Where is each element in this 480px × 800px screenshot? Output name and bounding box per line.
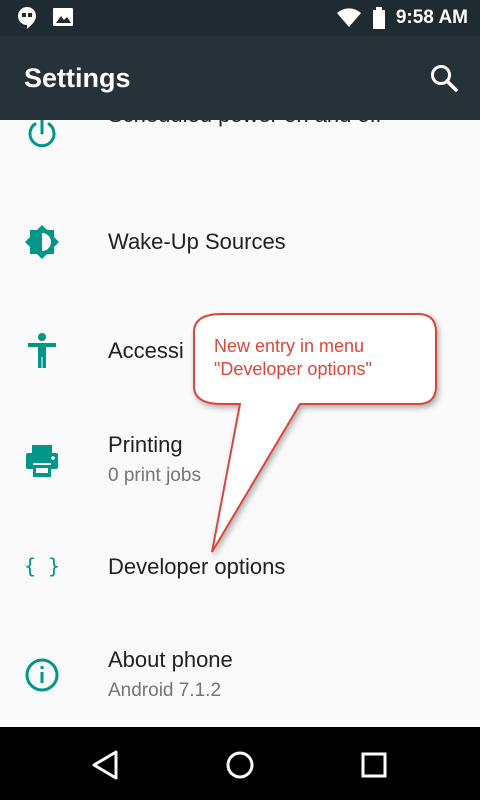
brightness-icon [25,225,59,259]
status-time: 9:58 AM [395,7,468,28]
settings-item-wake-up-sources[interactable]: Wake-Up Sources [0,200,480,290]
settings-item-summary: 0 print jobs [108,465,201,486]
settings-item-title: Accessi [108,338,184,363]
settings-item-title: Wake-Up Sources [108,229,286,254]
annotation-line-2: "Developer options" [214,359,372,379]
accessibility-icon [28,333,56,368]
navigation-bar [0,727,480,800]
power-icon [28,120,56,148]
recents-icon[interactable] [354,745,394,785]
printer-icon [26,445,58,477]
braces-icon: { } [24,554,60,578]
battery-icon [372,7,385,29]
settings-item-title: Developer options [108,554,286,579]
settings-item-title: About phone [108,647,233,672]
settings-item-scheduled-power[interactable]: Scheduled power on and off [0,120,480,200]
home-icon[interactable] [220,745,260,785]
hangouts-notification-icon [18,7,36,29]
settings-item-title: Scheduled power on and off [108,120,382,128]
settings-item-developer-options[interactable]: { } Developer options [0,530,480,610]
settings-item-title: Printing [108,432,183,457]
settings-item-printing[interactable]: Printing 0 print jobs [0,415,480,505]
app-bar: Settings [0,36,480,120]
page-title: Settings [24,63,131,93]
settings-list: Scheduled power on and off Wake-Up Sourc… [0,120,480,727]
back-icon[interactable] [86,745,126,785]
status-bar: 9:58 AM [0,0,480,36]
annotation-text: New entry in menu "Developer options" [214,335,424,381]
wifi-icon [336,8,361,27]
info-icon [25,658,59,692]
annotation-line-1: New entry in menu [214,336,365,356]
search-icon[interactable] [428,62,460,94]
settings-item-about-phone[interactable]: About phone Android 7.1.2 [0,630,480,727]
settings-item-summary: Android 7.1.2 [108,680,222,701]
svg-text:{ }: { } [24,554,60,578]
image-notification-icon [53,8,73,26]
